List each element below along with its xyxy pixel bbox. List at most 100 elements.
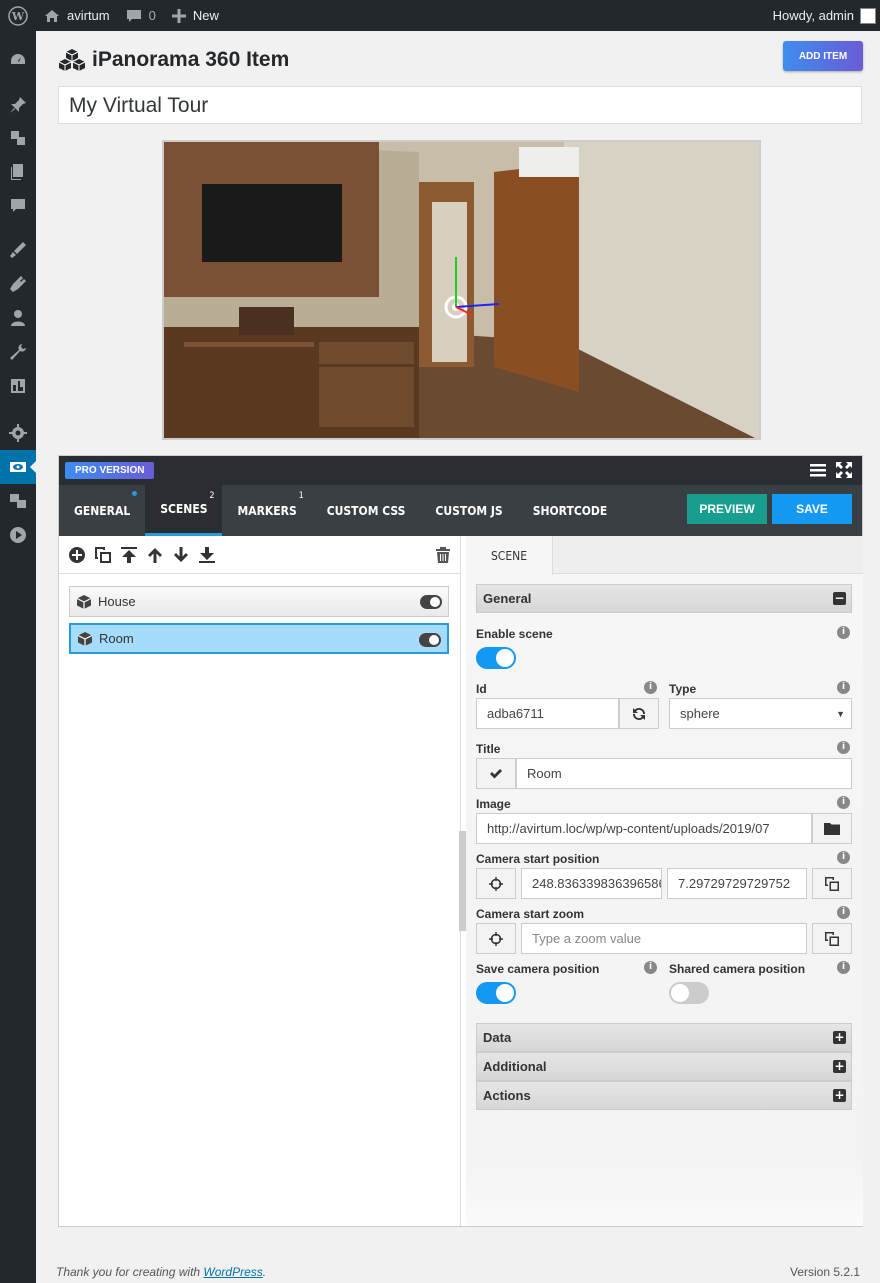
panorama-scene-image xyxy=(164,142,759,438)
tab-custom-js[interactable]: CUSTOM JS xyxy=(420,485,517,536)
editor-topbar: PRO VERSION xyxy=(59,456,862,485)
info-icon[interactable]: i xyxy=(837,906,850,919)
admin-bar: W avirtum 0 New Howdy, admin xyxy=(0,0,880,31)
tab-scenes[interactable]: SCENES 2 xyxy=(145,485,223,536)
camera-position-y-field[interactable]: 7.29729729729752 xyxy=(667,868,807,899)
camera-position-x-field[interactable]: 248.836339836396586 xyxy=(521,868,662,899)
info-icon[interactable]: i xyxy=(837,796,850,809)
posts-pin-icon[interactable] xyxy=(0,88,36,122)
media-icon[interactable] xyxy=(0,121,36,155)
id-label: Id xyxy=(476,682,487,696)
tab-markers-count: 1 xyxy=(298,491,304,501)
title-check-button[interactable] xyxy=(476,758,516,789)
menu-icon[interactable] xyxy=(810,462,826,478)
play-icon[interactable] xyxy=(0,518,36,552)
camera-zoom-field[interactable]: Type a zoom value xyxy=(521,923,807,954)
move-bottom-icon[interactable] xyxy=(198,546,216,564)
get-camera-zoom-button[interactable] xyxy=(476,923,516,954)
image-url-field[interactable]: http://avirtum.loc/wp/wp-content/uploads… xyxy=(476,813,812,844)
site-name-link[interactable]: avirtum xyxy=(36,0,118,31)
section-data-header[interactable]: Data + xyxy=(476,1023,852,1052)
expand-icon[interactable]: + xyxy=(833,1060,846,1073)
appearance-icon[interactable] xyxy=(0,233,36,267)
list-item[interactable]: Room xyxy=(69,623,449,654)
site-name: avirtum xyxy=(67,8,110,23)
title-field[interactable]: Room xyxy=(516,758,852,789)
get-camera-position-button[interactable] xyxy=(476,868,516,899)
regenerate-id-button[interactable] xyxy=(619,698,659,729)
info-icon[interactable]: i xyxy=(837,626,850,639)
section-general-header[interactable]: General − xyxy=(476,584,852,613)
trash-icon[interactable] xyxy=(436,547,450,563)
enable-scene-toggle[interactable] xyxy=(476,647,516,669)
folder-icon xyxy=(824,823,840,835)
comment-icon xyxy=(126,9,141,22)
item-name-input[interactable]: My Virtual Tour xyxy=(58,86,862,124)
info-icon[interactable]: i xyxy=(644,961,657,974)
tab-markers[interactable]: MARKERS 1 xyxy=(222,485,311,536)
my-account-link[interactable]: Howdy, admin xyxy=(765,0,880,31)
translate-icon[interactable] xyxy=(0,484,36,518)
section-additional-header[interactable]: Additional + xyxy=(476,1052,852,1081)
collapse-icon[interactable]: − xyxy=(833,592,846,605)
users-icon[interactable] xyxy=(0,301,36,335)
copy-camera-zoom-button[interactable] xyxy=(812,923,852,954)
save-camera-position-toggle[interactable] xyxy=(476,982,516,1004)
admin-sidebar xyxy=(0,31,36,1283)
copy-camera-position-button[interactable] xyxy=(812,868,852,899)
info-icon[interactable]: i xyxy=(837,681,850,694)
section-actions-header[interactable]: Actions + xyxy=(476,1081,852,1110)
ipanorama-icon[interactable] xyxy=(0,450,36,484)
add-icon[interactable] xyxy=(68,546,86,564)
id-field[interactable]: adba6711 xyxy=(476,698,619,729)
copy-icon[interactable] xyxy=(94,546,112,564)
avatar xyxy=(860,7,876,24)
refresh-icon xyxy=(633,707,645,720)
scene-visibility-toggle[interactable] xyxy=(419,633,441,647)
comments-icon[interactable] xyxy=(0,189,36,223)
wordpress-logo-icon[interactable]: W xyxy=(0,0,36,31)
tab-general[interactable]: GENERAL xyxy=(59,485,145,536)
settings-gear-icon[interactable] xyxy=(0,416,36,450)
scene-name: Room xyxy=(99,631,134,646)
shared-camera-position-toggle[interactable] xyxy=(669,982,709,1004)
expand-icon[interactable]: + xyxy=(833,1089,846,1102)
settings-grid-icon[interactable] xyxy=(0,369,36,403)
scene-visibility-toggle[interactable] xyxy=(420,595,442,609)
pro-version-badge[interactable]: PRO VERSION xyxy=(65,462,155,479)
pages-icon[interactable] xyxy=(0,155,36,189)
image-label: Image xyxy=(476,797,511,811)
fullscreen-icon[interactable] xyxy=(836,462,852,478)
info-icon[interactable]: i xyxy=(644,681,657,694)
save-button[interactable]: SAVE xyxy=(772,494,852,524)
move-up-icon[interactable] xyxy=(146,546,164,564)
page-title-text: iPanorama 360 Item xyxy=(92,48,290,71)
plus-icon xyxy=(171,8,186,23)
tab-shortcode[interactable]: SHORTCODE xyxy=(518,485,623,536)
add-item-button[interactable]: ADD ITEM xyxy=(783,41,863,71)
type-label: Type xyxy=(669,682,697,696)
info-icon[interactable]: i xyxy=(837,741,850,754)
tools-wrench-icon[interactable] xyxy=(0,335,36,369)
wordpress-link[interactable]: WordPress xyxy=(203,1265,262,1279)
scenes-pane: House Room xyxy=(59,536,461,1226)
tab-scene[interactable]: SCENE xyxy=(466,536,553,575)
tab-custom-css[interactable]: CUSTOM CSS xyxy=(312,485,421,536)
plugins-icon[interactable] xyxy=(0,267,36,301)
type-select[interactable]: sphere ▼ xyxy=(669,698,852,729)
panorama-viewer[interactable] xyxy=(162,140,761,440)
browse-image-button[interactable] xyxy=(812,813,852,844)
move-down-icon[interactable] xyxy=(172,546,190,564)
dashboard-icon[interactable] xyxy=(0,43,36,77)
move-top-icon[interactable] xyxy=(120,546,138,564)
comments-link[interactable]: 0 xyxy=(118,0,164,31)
expand-icon[interactable]: + xyxy=(833,1031,846,1044)
pane-splitter[interactable] xyxy=(459,831,466,931)
new-content-link[interactable]: New xyxy=(164,0,227,31)
preview-button[interactable]: PREVIEW xyxy=(687,494,767,524)
info-icon[interactable]: i xyxy=(837,961,850,974)
copy-icon xyxy=(825,931,839,946)
info-icon[interactable]: i xyxy=(837,851,850,864)
crosshair-icon xyxy=(489,876,503,891)
list-item[interactable]: House xyxy=(69,586,449,617)
